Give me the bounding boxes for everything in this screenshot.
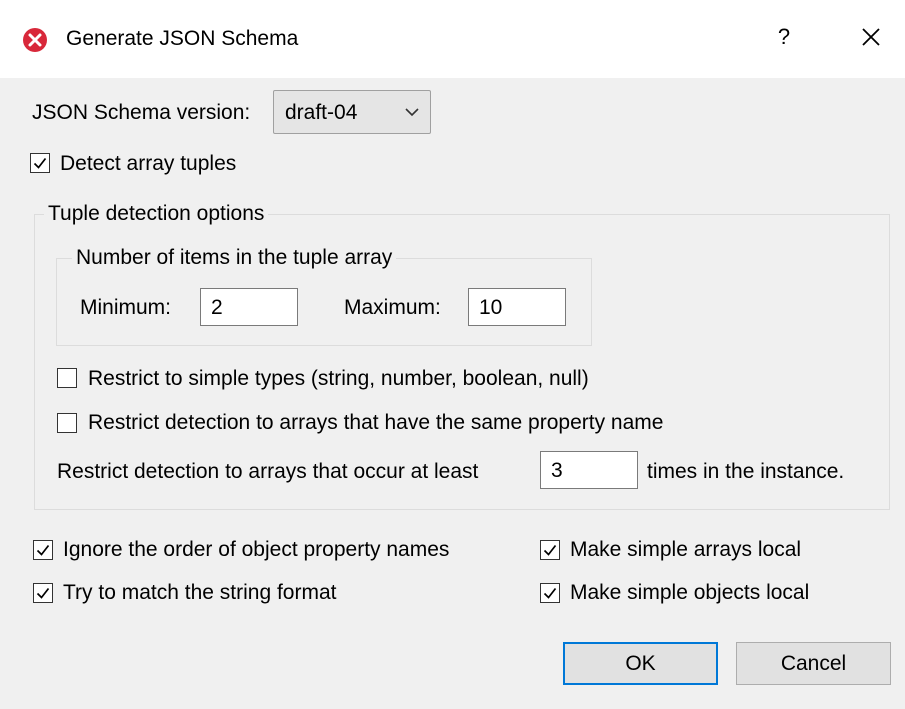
ignore-order-label: Ignore the order of object property name… <box>63 538 450 561</box>
simple-objects-local-label: Make simple objects local <box>570 581 810 604</box>
minimum-input[interactable]: 2 <box>200 288 298 326</box>
close-button[interactable] <box>856 22 886 52</box>
checkmark-icon <box>33 157 47 169</box>
ignore-order-checkbox[interactable] <box>33 540 53 560</box>
minimum-label: Minimum: <box>80 296 172 319</box>
checkmark-icon <box>543 587 557 599</box>
detect-array-tuples-checkbox[interactable] <box>30 153 50 173</box>
simple-arrays-local-label: Make simple arrays local <box>570 538 802 561</box>
restrict-simple-types-checkbox[interactable] <box>57 368 77 388</box>
tuple-detection-legend: Tuple detection options <box>44 202 269 226</box>
tuple-items-legend: Number of items in the tuple array <box>72 246 397 270</box>
checkmark-icon <box>36 544 50 556</box>
title-bar: Generate JSON Schema ? <box>0 0 905 78</box>
detect-array-tuples-label: Detect array tuples <box>60 152 237 175</box>
restrict-same-name-label: Restrict detection to arrays that have t… <box>88 411 664 434</box>
occur-at-least-suffix: times in the instance. <box>647 460 845 483</box>
checkmark-icon <box>543 544 557 556</box>
occur-at-least-input[interactable]: 3 <box>540 451 638 489</box>
match-string-format-label: Try to match the string format <box>63 581 337 604</box>
cancel-button[interactable]: Cancel <box>736 642 891 685</box>
ok-button[interactable]: OK <box>563 642 718 685</box>
schema-version-select[interactable]: draft-04 <box>273 90 431 134</box>
simple-arrays-local-checkbox[interactable] <box>540 540 560 560</box>
help-button[interactable]: ? <box>773 24 795 52</box>
window-title: Generate JSON Schema <box>66 27 299 50</box>
schema-version-label: JSON Schema version: <box>32 101 251 124</box>
close-circle-icon <box>23 28 47 52</box>
match-string-format-checkbox[interactable] <box>33 583 53 603</box>
close-icon <box>862 28 880 46</box>
occur-at-least-prefix: Restrict detection to arrays that occur … <box>57 460 479 483</box>
simple-objects-local-checkbox[interactable] <box>540 583 560 603</box>
maximum-label: Maximum: <box>344 296 441 319</box>
checkmark-icon <box>36 587 50 599</box>
chevron-down-icon <box>405 108 419 117</box>
schema-version-value: draft-04 <box>285 101 358 124</box>
maximum-input[interactable]: 10 <box>468 288 566 326</box>
restrict-same-name-checkbox[interactable] <box>57 413 77 433</box>
restrict-simple-types-label: Restrict to simple types (string, number… <box>88 367 589 390</box>
